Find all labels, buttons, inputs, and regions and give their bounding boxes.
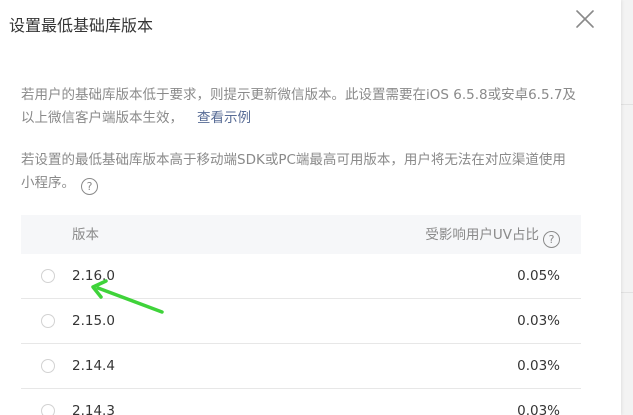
radio-button[interactable] — [41, 314, 55, 328]
help-icon[interactable]: ? — [543, 231, 560, 248]
table-row[interactable]: 2.14.3 0.03% — [21, 389, 581, 415]
help-icon[interactable]: ? — [81, 178, 98, 195]
column-header-uv-label: 受影响用户UV占比 — [425, 227, 539, 243]
version-cell: 2.14.3 — [72, 403, 115, 415]
radio-button[interactable] — [41, 359, 55, 373]
table-row[interactable]: 2.16.0 0.05% — [21, 254, 581, 299]
close-icon[interactable] — [572, 6, 598, 32]
table-header: 版本 受影响用户UV占比? — [21, 215, 581, 254]
warning-text: 若设置的最低基础库版本高于移动端SDK或PC端最高可用版本，用户将无法在对应渠道… — [21, 152, 566, 191]
settings-dialog: 设置最低基础库版本 若用户的基础库版本低于要求，则提示更新微信版本。此设置需要在… — [0, 0, 621, 415]
background-page-sliver — [621, 0, 633, 415]
table-row[interactable]: 2.15.0 0.03% — [21, 299, 581, 344]
page: 设置最低基础库版本 若用户的基础库版本低于要求，则提示更新微信版本。此设置需要在… — [0, 0, 633, 415]
column-header-version: 版本 — [72, 227, 99, 243]
version-cell: 2.16.0 — [72, 268, 115, 284]
dialog-title: 设置最低基础库版本 — [9, 16, 154, 35]
version-cell: 2.15.0 — [72, 313, 115, 329]
uv-percent-cell: 0.03% — [517, 313, 560, 329]
uv-percent-cell: 0.03% — [517, 403, 560, 415]
warning-description: 若设置的最低基础库版本高于移动端SDK或PC端最高可用版本，用户将无法在对应渠道… — [21, 149, 577, 195]
uv-percent-cell: 0.05% — [517, 268, 560, 284]
version-table: 版本 受影响用户UV占比? 2.16.0 0.05% 2.15.0 0.03% … — [21, 215, 581, 415]
radio-button[interactable] — [41, 269, 55, 283]
view-example-link[interactable]: 查看示例 — [197, 110, 251, 126]
divider — [621, 292, 633, 293]
uv-percent-cell: 0.03% — [517, 358, 560, 374]
requirement-text: 若用户的基础库版本低于要求，则提示更新微信版本。此设置需要在iOS 6.5.8或… — [21, 87, 576, 126]
version-cell: 2.14.4 — [72, 358, 115, 374]
divider — [621, 104, 633, 105]
radio-button[interactable] — [41, 404, 55, 415]
column-header-uv: 受影响用户UV占比? — [425, 225, 560, 248]
table-row[interactable]: 2.14.4 0.03% — [21, 344, 581, 389]
requirement-description: 若用户的基础库版本低于要求，则提示更新微信版本。此设置需要在iOS 6.5.8或… — [21, 84, 577, 130]
